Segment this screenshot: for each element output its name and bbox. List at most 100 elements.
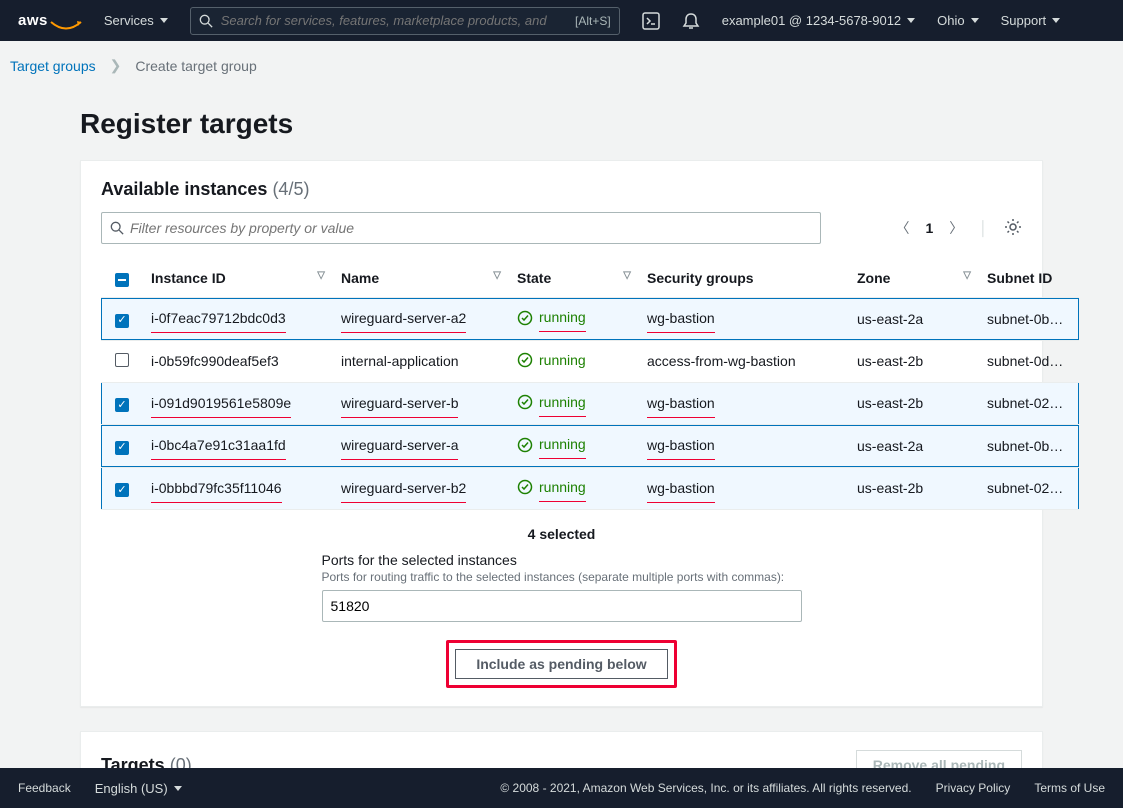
cell-name: wireguard-server-b [333, 382, 509, 425]
cell-name: wireguard-server-b2 [333, 467, 509, 510]
cell-security-groups: wg-bastion [639, 382, 849, 425]
col-zone[interactable]: Zone▽ [849, 258, 979, 298]
cell-subnet: subnet-0b… [979, 298, 1079, 341]
services-menu[interactable]: Services [104, 13, 168, 28]
available-count: (4/5) [272, 179, 309, 199]
search-shortcut: [Alt+S] [575, 14, 611, 28]
targets-count: (0) [170, 755, 192, 769]
targets-title: Targets [101, 755, 165, 769]
table-row[interactable]: i-0f7eac79712bdc0d3wireguard-server-a2ru… [101, 298, 1079, 341]
row-checkbox[interactable] [115, 398, 129, 412]
col-name[interactable]: Name▽ [333, 258, 509, 298]
top-nav: aws Services [Alt+S] example01 @ 1234-56… [0, 0, 1123, 41]
support-menu[interactable]: Support [1001, 13, 1061, 28]
language-label: English (US) [95, 781, 168, 796]
ports-hint: Ports for routing traffic to the selecte… [322, 570, 802, 584]
cell-zone: us-east-2b [849, 340, 979, 382]
copyright: © 2008 - 2021, Amazon Web Services, Inc.… [500, 781, 911, 795]
cell-name: wireguard-server-a2 [333, 298, 509, 341]
cloudshell-icon[interactable] [642, 12, 660, 30]
terms-link[interactable]: Terms of Use [1034, 781, 1105, 795]
available-title: Available instances [101, 179, 267, 199]
sort-icon: ▽ [493, 270, 501, 281]
breadcrumb-target-groups[interactable]: Target groups [10, 58, 96, 74]
region-menu[interactable]: Ohio [937, 13, 978, 28]
row-checkbox[interactable] [115, 441, 129, 455]
support-label: Support [1001, 13, 1047, 28]
filter-input[interactable] [130, 220, 812, 236]
cell-subnet: subnet-02… [979, 467, 1079, 510]
search-input[interactable] [221, 13, 567, 28]
table-row[interactable]: i-0bc4a7e91c31aa1fdwireguard-server-arun… [101, 425, 1079, 468]
language-menu[interactable]: English (US) [95, 781, 182, 796]
search-icon [199, 14, 213, 28]
status-running-icon: running [517, 352, 586, 368]
col-select-all[interactable] [101, 258, 143, 298]
table-row[interactable]: i-0b59fc990deaf5ef3internal-application r… [101, 340, 1079, 382]
status-running-icon: running [517, 394, 586, 411]
cell-zone: us-east-2b [849, 382, 979, 425]
cell-security-groups: wg-bastion [639, 425, 849, 468]
checkbox-mixed[interactable] [115, 273, 129, 287]
include-as-pending-button[interactable]: Include as pending below [455, 649, 667, 679]
pager-next[interactable]: 〉 [949, 218, 963, 238]
row-checkbox[interactable] [115, 353, 129, 367]
cell-security-groups: wg-bastion [639, 467, 849, 510]
cell-name: internal-application [333, 340, 509, 382]
remove-all-pending-button[interactable]: Remove all pending [856, 750, 1022, 768]
global-search[interactable]: [Alt+S] [190, 7, 620, 35]
row-checkbox[interactable] [115, 314, 129, 328]
cell-instance-id: i-0b59fc990deaf5ef3 [143, 340, 333, 382]
table-row[interactable]: i-0bbbd79fc35f11046wireguard-server-b2ru… [101, 467, 1079, 510]
caret-down-icon [1052, 18, 1060, 23]
account-menu[interactable]: example01 @ 1234-5678-9012 [722, 13, 915, 28]
selected-count: 4 selected [101, 526, 1022, 542]
cell-subnet: subnet-02… [979, 382, 1079, 425]
footer: Feedback English (US) © 2008 - 2021, Ama… [0, 768, 1123, 808]
col-instance-id[interactable]: Instance ID▽ [143, 258, 333, 298]
nav-right: example01 @ 1234-5678-9012 Ohio Support [642, 12, 1060, 30]
sort-icon: ▽ [317, 270, 325, 281]
col-subnet[interactable]: Subnet ID [979, 258, 1079, 298]
col-state[interactable]: State▽ [509, 258, 639, 298]
services-label: Services [104, 13, 154, 28]
cell-state: running [509, 425, 639, 468]
caret-down-icon [971, 18, 979, 23]
targets-heading: Targets (0) [101, 755, 192, 769]
aws-logo[interactable]: aws [18, 12, 82, 29]
cell-state: running [509, 467, 639, 510]
col-security-groups[interactable]: Security groups [639, 258, 849, 298]
feedback-link[interactable]: Feedback [18, 781, 71, 795]
notifications-icon[interactable] [682, 12, 700, 30]
main-scroll[interactable]: Target groups ❯ Create target group Regi… [0, 41, 1123, 768]
privacy-link[interactable]: Privacy Policy [936, 781, 1011, 795]
status-running-icon: running [517, 479, 586, 496]
available-instances-panel: Available instances (4/5) 〈 1 〉 [80, 160, 1043, 707]
account-label: example01 @ 1234-5678-9012 [722, 13, 901, 28]
cell-zone: us-east-2a [849, 425, 979, 468]
pager: 〈 1 〉 │ [895, 218, 1022, 239]
region-label: Ohio [937, 13, 964, 28]
cell-zone: us-east-2b [849, 467, 979, 510]
row-checkbox[interactable] [115, 483, 129, 497]
aws-swoosh-icon [50, 21, 82, 33]
cell-security-groups: access-from-wg-bastion [639, 340, 849, 382]
filter-input-wrap[interactable] [101, 212, 821, 244]
table-row[interactable]: i-091d9019561e5809ewireguard-server-brun… [101, 382, 1079, 425]
caret-down-icon [907, 18, 915, 23]
cell-subnet: subnet-0d… [979, 340, 1079, 382]
pager-prev[interactable]: 〈 [895, 218, 909, 238]
status-running-icon: running [517, 436, 586, 453]
targets-panel: Targets (0) Remove all pending [80, 731, 1043, 768]
caret-down-icon [160, 18, 168, 23]
chevron-right-icon: ❯ [110, 57, 122, 74]
settings-gear-icon[interactable] [1004, 218, 1022, 239]
caret-down-icon [174, 786, 182, 791]
cell-instance-id: i-0f7eac79712bdc0d3 [143, 298, 333, 341]
search-icon [110, 221, 124, 235]
ports-input[interactable] [322, 590, 802, 622]
cell-security-groups: wg-bastion [639, 298, 849, 341]
cell-subnet: subnet-0b… [979, 425, 1079, 468]
cell-zone: us-east-2a [849, 298, 979, 341]
cell-instance-id: i-0bc4a7e91c31aa1fd [143, 425, 333, 468]
